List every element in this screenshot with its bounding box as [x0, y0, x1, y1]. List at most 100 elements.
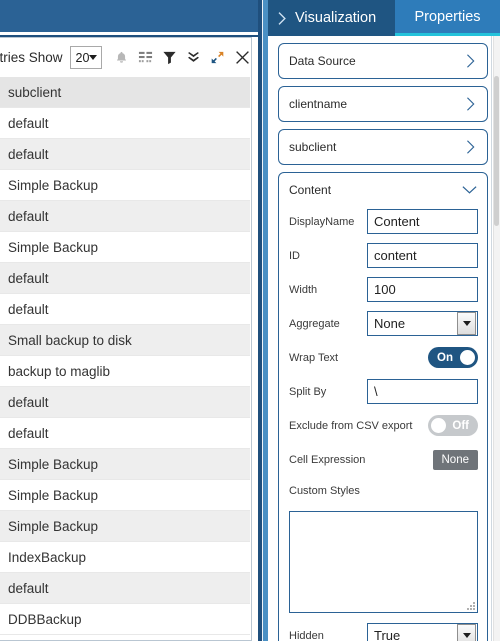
table-row[interactable]: backup to maglib	[0, 356, 250, 387]
chevron-down-icon[interactable]	[461, 184, 478, 196]
display-name-label: DisplayName	[289, 215, 355, 228]
section-content: Content DisplayName Content ID content W…	[278, 172, 488, 641]
table-row[interactable]: Simple Backup	[0, 232, 250, 263]
tab-visualization[interactable]: Visualization	[268, 0, 395, 36]
chevron-down-icon[interactable]	[457, 624, 476, 641]
section-subclient-title: subclient	[289, 140, 337, 154]
table-row[interactable]: default	[0, 294, 250, 325]
chevron-down-icon[interactable]	[457, 312, 476, 335]
hidden-select[interactable]: True	[367, 623, 478, 641]
toggle-knob	[431, 418, 446, 433]
chevron-right-icon[interactable]	[464, 96, 478, 112]
section-clientname[interactable]: clientname	[278, 86, 488, 122]
table-row[interactable]: default	[0, 418, 250, 449]
tab-properties[interactable]: Properties	[395, 0, 500, 36]
aggregate-select[interactable]: None	[367, 311, 478, 336]
tab-visualization-label: Visualization	[295, 10, 377, 26]
section-data-source-title: Data Source	[289, 54, 356, 68]
display-name-input[interactable]: Content	[367, 209, 478, 234]
grid-popup-panel: ntries Show 20	[0, 37, 252, 641]
alert-bell-icon[interactable]	[114, 50, 129, 66]
id-input[interactable]: content	[367, 243, 478, 268]
split-by-input[interactable]: \	[367, 379, 478, 404]
id-value: content	[374, 248, 417, 263]
grid-toolbar: ntries Show 20	[0, 38, 250, 77]
field-custom-styles-label-row: Custom Styles	[289, 481, 478, 506]
wrap-text-label: Wrap Text	[289, 351, 339, 364]
hidden-label: Hidden	[289, 629, 324, 641]
table-row[interactable]: Simple Backup	[0, 449, 250, 480]
wrap-text-state: On	[437, 351, 453, 364]
section-content-title: Content	[289, 183, 332, 197]
section-content-body: DisplayName Content ID content Width 100…	[279, 207, 487, 641]
page-size-select[interactable]: 20	[69, 46, 103, 69]
properties-content: Data Source clientname subclient Content…	[268, 36, 500, 641]
grid-rows-container[interactable]: subclient default default Simple Backup …	[0, 77, 250, 640]
field-split-by: Split By \	[289, 379, 478, 404]
field-hidden: Hidden True	[289, 623, 478, 641]
table-row[interactable]: default	[0, 387, 250, 418]
section-clientname-header[interactable]: clientname	[279, 87, 487, 121]
properties-scrollbar-thumb[interactable]	[494, 76, 499, 226]
field-display-name: DisplayName Content	[289, 209, 478, 234]
exclude-csv-toggle[interactable]: Off	[428, 415, 478, 436]
field-cell-expression: Cell Expression None	[289, 447, 478, 472]
page-size-value: 20	[75, 50, 90, 65]
table-row[interactable]: default	[0, 573, 250, 604]
table-row[interactable]: Simple Backup	[0, 480, 250, 511]
custom-styles-textarea[interactable]	[289, 511, 478, 613]
section-subclient-header[interactable]: subclient	[279, 130, 487, 164]
field-aggregate: Aggregate None	[289, 311, 478, 336]
resize-grip-icon[interactable]	[466, 601, 475, 610]
panel-tabs: Visualization Properties	[268, 0, 500, 36]
custom-styles-label: Custom Styles	[289, 485, 360, 497]
hidden-value: True	[374, 628, 401, 641]
columns-icon[interactable]	[138, 50, 153, 65]
aggregate-value: None	[374, 316, 406, 331]
tab-properties-label: Properties	[414, 8, 481, 25]
properties-panel: Visualization Properties Data Source cli…	[268, 0, 500, 641]
section-content-header[interactable]: Content	[279, 173, 487, 207]
grid-column-header[interactable]: subclient	[0, 77, 250, 108]
field-width: Width 100	[289, 277, 478, 302]
table-row[interactable]: default	[0, 108, 250, 139]
field-id: ID content	[289, 243, 478, 268]
table-row[interactable]: Simple Backup	[0, 511, 250, 542]
section-data-source[interactable]: Data Source	[278, 43, 488, 79]
split-by-label: Split By	[289, 385, 327, 398]
width-label: Width	[289, 283, 318, 296]
cell-expression-label: Cell Expression	[289, 453, 366, 466]
chevron-right-icon[interactable]	[464, 53, 478, 69]
properties-scrollbar-track[interactable]	[493, 36, 500, 641]
aggregate-label: Aggregate	[289, 317, 340, 330]
chevron-right-icon[interactable]	[464, 139, 478, 155]
table-row[interactable]: DDBBackup	[0, 604, 250, 635]
collapse-double-chevron-icon[interactable]	[186, 50, 201, 65]
table-row[interactable]: default	[0, 139, 250, 170]
table-row[interactable]: default	[0, 263, 250, 294]
width-input[interactable]: 100	[367, 277, 478, 302]
table-row[interactable]: Simple Backup	[0, 170, 250, 201]
grid-tool-icons	[114, 49, 251, 66]
entries-show-label: ntries Show	[0, 50, 63, 65]
chevron-down-icon	[89, 55, 98, 60]
section-subclient[interactable]: subclient	[278, 129, 488, 165]
section-data-source-header[interactable]: Data Source	[279, 44, 487, 78]
chevron-right-icon	[277, 11, 288, 26]
table-row[interactable]: default	[0, 201, 250, 232]
cell-expression-button[interactable]: None	[432, 449, 478, 470]
table-row[interactable]: IndexBackup	[0, 542, 250, 573]
field-exclude-csv: Exclude from CSV export Off	[289, 413, 478, 438]
screen-root: ntries Show 20	[0, 0, 500, 641]
field-wrap-text: Wrap Text On	[289, 345, 478, 370]
width-value: 100	[374, 282, 396, 297]
filter-funnel-icon[interactable]	[162, 50, 177, 65]
table-row[interactable]: Small backup to disk	[0, 325, 250, 356]
exclude-csv-label: Exclude from CSV export	[289, 419, 413, 432]
expand-diagonal-icon[interactable]	[210, 50, 225, 65]
id-label: ID	[289, 249, 300, 262]
section-clientname-title: clientname	[289, 97, 348, 111]
wrap-text-toggle[interactable]: On	[428, 347, 478, 368]
toggle-knob	[460, 350, 475, 365]
close-x-icon[interactable]	[234, 49, 251, 66]
